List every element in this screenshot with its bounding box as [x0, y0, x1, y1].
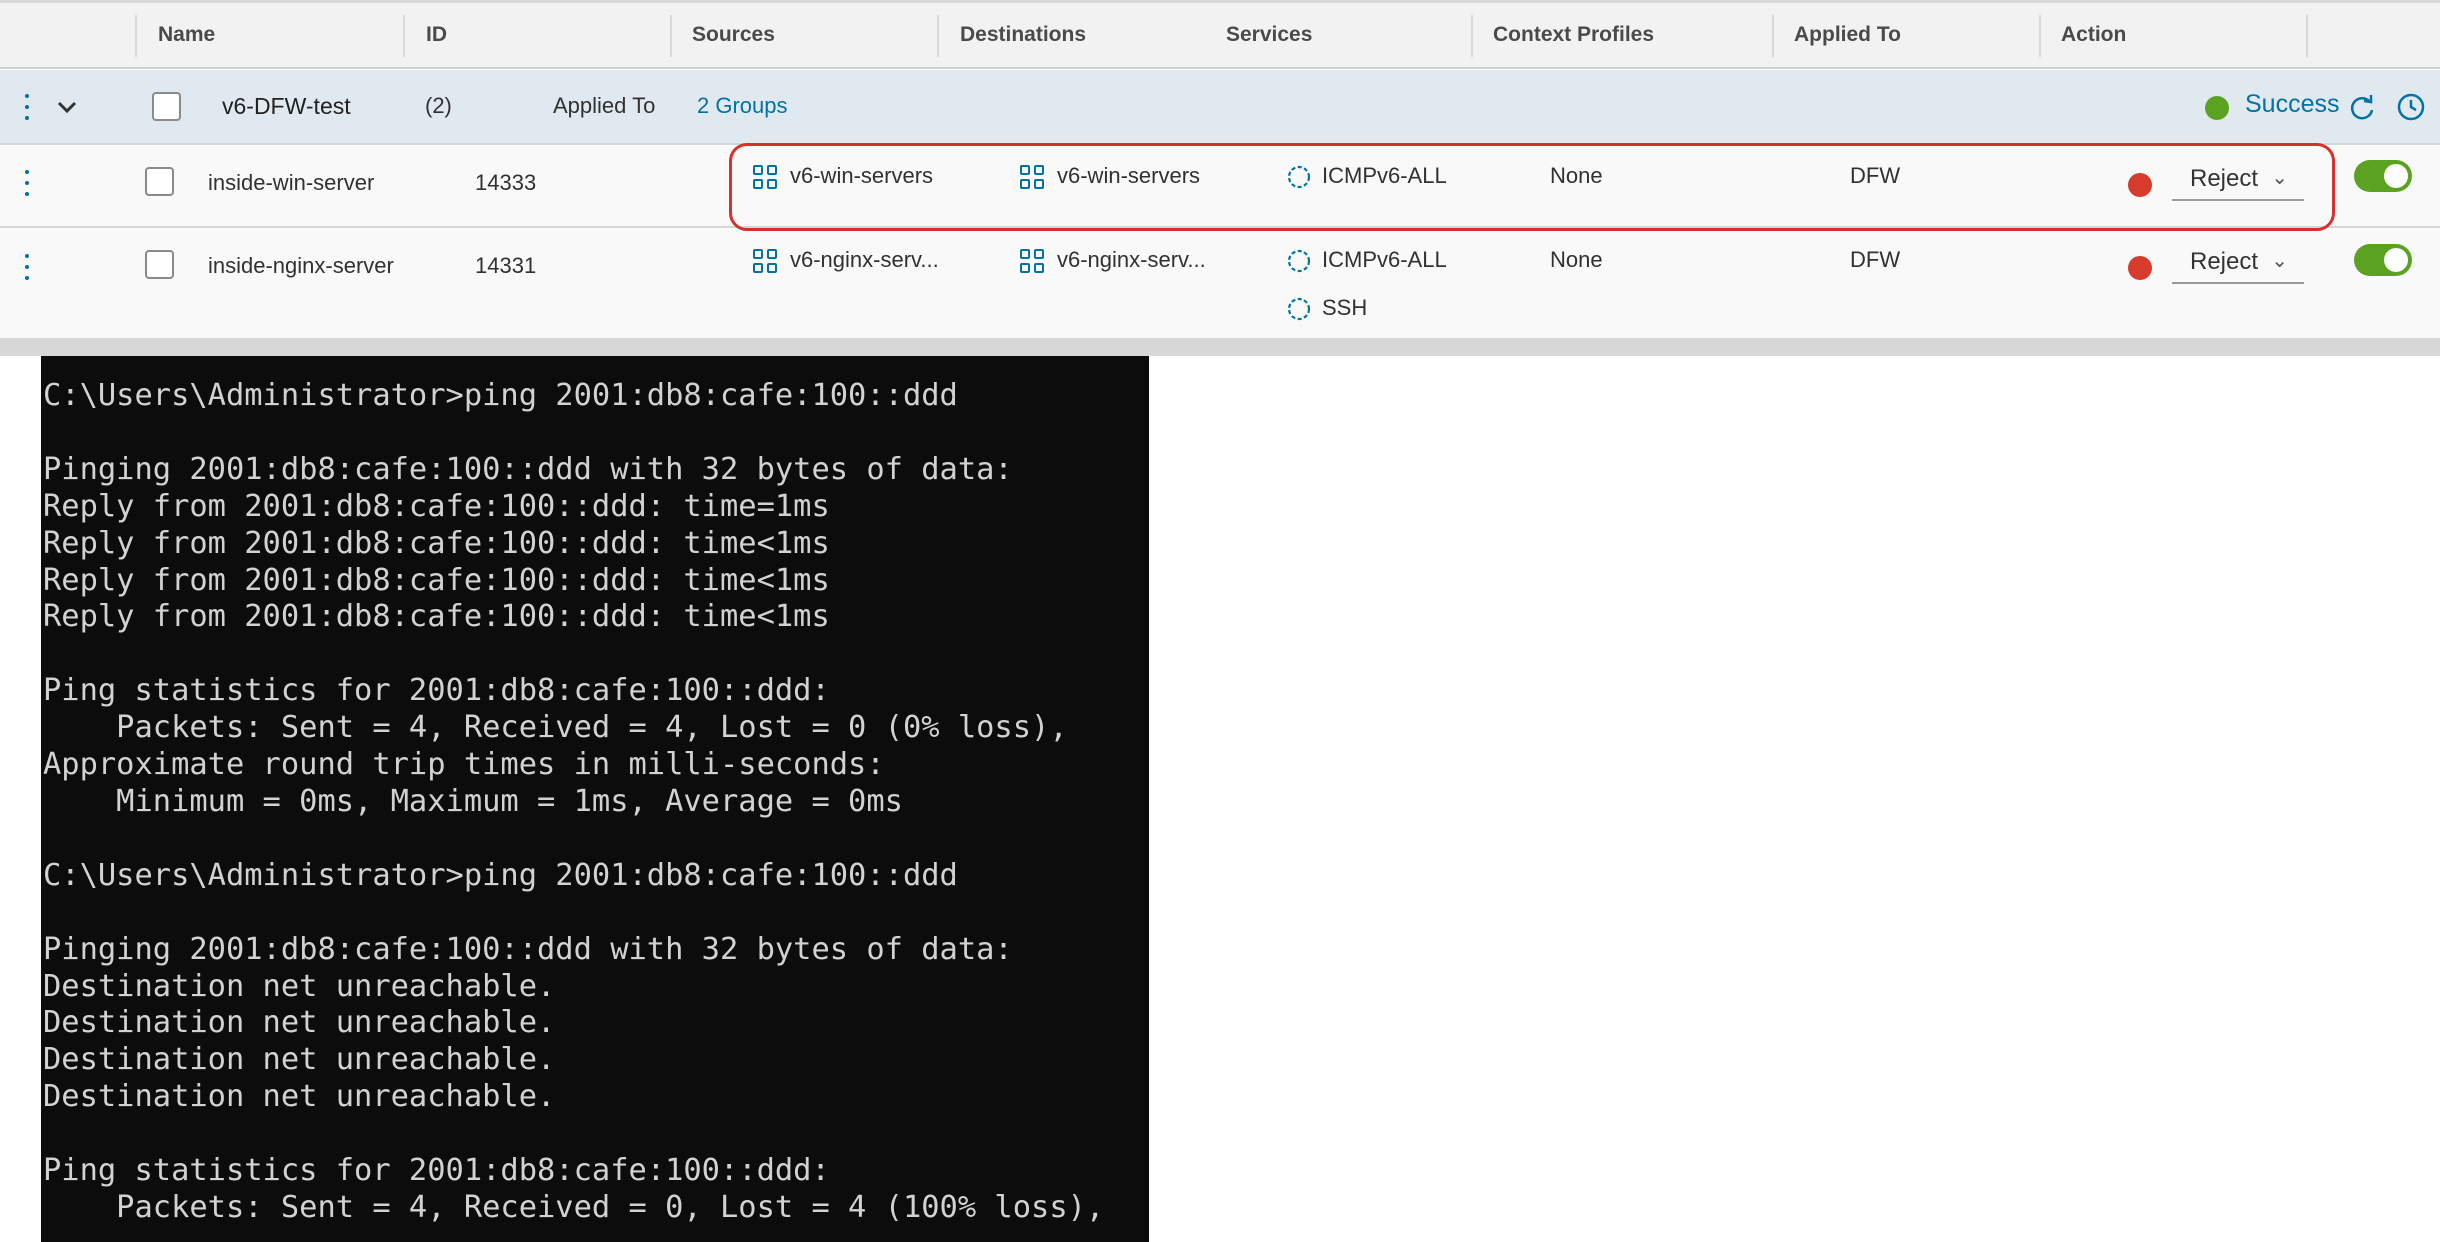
terminal-line: Pinging 2001:db8:cafe:100::ddd with 32 b…	[43, 931, 1013, 967]
rule-service[interactable]: SSH	[1322, 295, 1367, 321]
chevron-down-icon: ⌄	[2271, 167, 2288, 189]
terminal-line: Destination net unreachable.	[43, 1042, 556, 1078]
firewall-rules-panel: Name ID Sources Destinations Services Co…	[0, 0, 2440, 356]
terminal-line: Destination net unreachable.	[43, 968, 556, 1004]
terminal-line: Minimum = 0ms, Maximum = 1ms, Average = …	[43, 783, 903, 819]
terminal-line: Reply from 2001:db8:cafe:100::ddd: time=…	[43, 488, 830, 524]
terminal-line: Reply from 2001:db8:cafe:100::ddd: time<…	[43, 599, 830, 635]
rule-id: 14333	[475, 170, 537, 195]
service-icon	[1287, 249, 1311, 273]
terminal-line: C:\Users\Administrator>ping 2001:db8:caf…	[43, 378, 958, 413]
terminal-line: Ping statistics for 2001:db8:cafe:100::d…	[43, 673, 830, 709]
column-header-applied-to[interactable]: Applied To	[1794, 23, 1901, 47]
rule-service[interactable]: ICMPv6-ALL	[1322, 247, 1447, 273]
rule-kebab-menu-icon[interactable]	[24, 254, 30, 280]
group-icon	[753, 249, 779, 275]
service-icon	[1287, 165, 1311, 189]
policy-applied-to-label: Applied To	[553, 93, 656, 118]
column-divider	[937, 15, 939, 57]
rule-source[interactable]: v6-nginx-serv...	[790, 247, 939, 273]
table-header: Name ID Sources Destinations Services Co…	[0, 0, 2440, 69]
rule-id: 14331	[475, 253, 537, 278]
refresh-icon[interactable]	[2348, 94, 2376, 122]
column-divider	[135, 15, 137, 57]
rule-checkbox[interactable]	[145, 167, 174, 196]
group-icon	[1020, 165, 1046, 191]
policy-row[interactable]: v6-DFW-test (2) Applied To 2 Groups Succ…	[0, 70, 2440, 145]
policy-rule-count: (2)	[425, 93, 452, 118]
group-icon	[753, 165, 779, 191]
rule-service[interactable]: ICMPv6-ALL	[1322, 163, 1447, 189]
service-icon	[1287, 297, 1311, 321]
action-select-value: Reject	[2190, 165, 2259, 192]
column-header-destinations[interactable]: Destinations	[960, 23, 1086, 47]
column-header-services[interactable]: Services	[1226, 23, 1312, 47]
terminal-line: C:\Users\Administrator>ping 2001:db8:caf…	[43, 857, 958, 893]
column-header-name[interactable]: Name	[158, 23, 215, 47]
horizontal-scrollbar[interactable]	[0, 340, 2440, 356]
terminal-line: Reply from 2001:db8:cafe:100::ddd: time<…	[43, 562, 830, 598]
column-header-context-profiles[interactable]: Context Profiles	[1493, 23, 1654, 47]
column-divider	[2039, 15, 2041, 57]
rule-enabled-toggle[interactable]	[2354, 244, 2412, 276]
chevron-down-icon[interactable]	[56, 100, 78, 116]
success-status-icon	[2205, 96, 2229, 120]
policy-applied-to-groups-link[interactable]: 2 Groups	[697, 93, 788, 119]
rule-applied-to[interactable]: DFW	[1850, 247, 1900, 273]
rule-name[interactable]: inside-win-server	[208, 170, 374, 196]
chevron-down-icon: ⌄	[2271, 250, 2288, 272]
terminal-line: Pinging 2001:db8:cafe:100::ddd with 32 b…	[43, 451, 1013, 487]
rule-destination[interactable]: v6-win-servers	[1057, 163, 1200, 189]
column-divider	[670, 15, 672, 57]
policy-checkbox[interactable]	[152, 92, 181, 121]
reject-status-icon	[2128, 173, 2152, 197]
terminal-line: Packets: Sent = 4, Received = 4, Lost = …	[43, 710, 1068, 746]
action-select[interactable]: Reject ⌄	[2172, 157, 2304, 201]
terminal-line: Approximate round trip times in milli-se…	[43, 747, 885, 783]
rule-name[interactable]: inside-nginx-server	[208, 253, 394, 279]
terminal-line: Packets: Sent = 4, Received = 0, Lost = …	[43, 1189, 1105, 1225]
terminal-line: Destination net unreachable.	[43, 1005, 556, 1041]
column-divider	[1772, 15, 1774, 57]
rule-context-profiles: None	[1550, 163, 1603, 188]
column-divider	[1471, 15, 1473, 57]
history-icon[interactable]	[2396, 92, 2426, 122]
terminal-line: Reply from 2001:db8:cafe:100::ddd: time<…	[43, 525, 830, 561]
column-divider	[2306, 15, 2308, 57]
command-prompt-window[interactable]: C:\Users\Administrator>ping 2001:db8:caf…	[41, 356, 1149, 1242]
policy-name: v6-DFW-test	[222, 93, 351, 119]
table-row[interactable]: inside-nginx-server 14331 v6-nginx-serv.…	[0, 229, 2440, 340]
rule-checkbox[interactable]	[145, 250, 174, 279]
column-header-id[interactable]: ID	[426, 23, 447, 47]
policy-kebab-menu-icon[interactable]	[24, 94, 30, 120]
reject-status-icon	[2128, 256, 2152, 280]
action-select-value: Reject	[2190, 248, 2259, 275]
action-select[interactable]: Reject ⌄	[2172, 240, 2304, 284]
column-divider	[403, 15, 405, 57]
terminal-line: Ping statistics for 2001:db8:cafe:100::d…	[43, 1153, 830, 1189]
column-header-action[interactable]: Action	[2061, 23, 2126, 47]
group-icon	[1020, 249, 1046, 275]
rule-source[interactable]: v6-win-servers	[790, 163, 933, 189]
rule-applied-to[interactable]: DFW	[1850, 163, 1900, 189]
terminal-output: C:\Users\Administrator>ping 2001:db8:caf…	[43, 378, 1104, 1227]
policy-status: Success	[2245, 90, 2340, 118]
table-row[interactable]: inside-win-server 14333 v6-win-servers v…	[0, 146, 2440, 228]
terminal-line: Destination net unreachable.	[43, 1079, 556, 1115]
rule-kebab-menu-icon[interactable]	[24, 170, 30, 196]
rule-context-profiles: None	[1550, 247, 1603, 272]
column-header-sources[interactable]: Sources	[692, 23, 775, 47]
rule-destination[interactable]: v6-nginx-serv...	[1057, 247, 1206, 273]
rule-enabled-toggle[interactable]	[2354, 160, 2412, 192]
